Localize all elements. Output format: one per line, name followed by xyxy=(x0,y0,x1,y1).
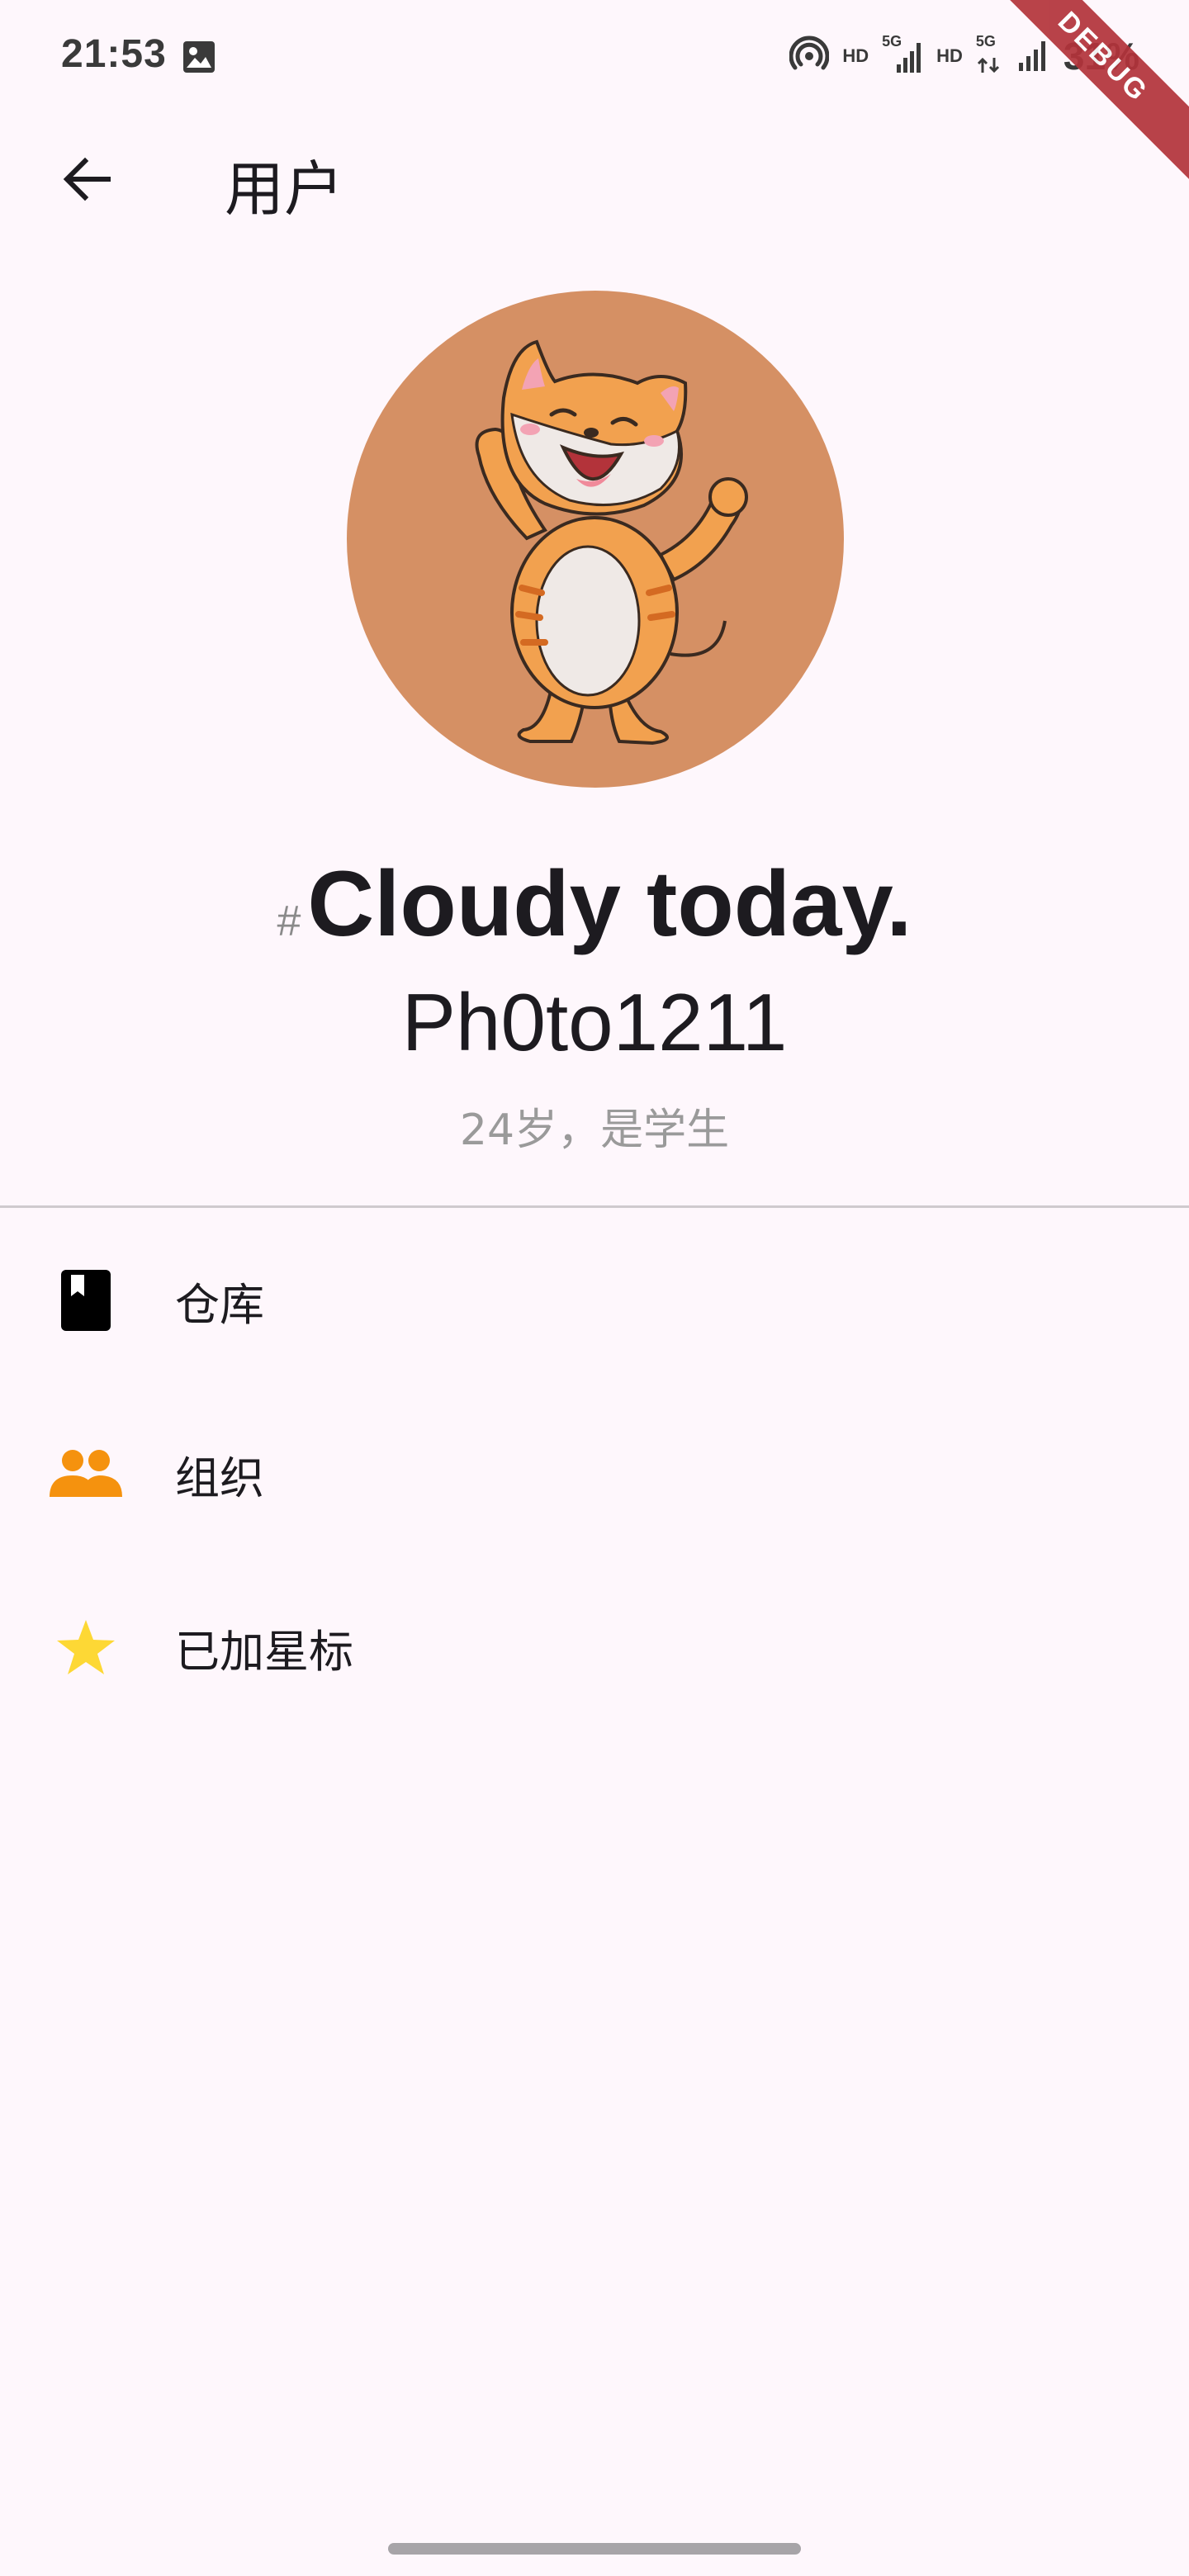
app-bar: 用户 xyxy=(0,116,1189,239)
username: Ph0to1211 xyxy=(401,977,788,1068)
cat-illustration xyxy=(475,339,748,746)
divider xyxy=(0,1205,1189,1208)
status-bar: 21:53 HD 5G HD 5G xyxy=(0,0,1189,116)
user-bio: 24岁，是学生 xyxy=(459,1106,730,1155)
back-button[interactable] xyxy=(41,135,132,226)
people-icon xyxy=(46,1434,126,1513)
gesture-nav-handle[interactable] xyxy=(388,2543,801,2555)
hd-label: HD xyxy=(936,45,963,66)
menu-item-repositories[interactable]: 仓库 xyxy=(0,1214,1189,1387)
avatar[interactable] xyxy=(347,291,844,788)
signal-bars-icon xyxy=(1017,35,1050,78)
arrow-back-icon xyxy=(60,153,113,209)
profile-heading: #Cloudy today. xyxy=(0,850,1189,957)
hd-label: HD xyxy=(842,45,869,66)
book-icon xyxy=(46,1261,126,1340)
status-time: 21:53 xyxy=(61,32,167,76)
signal-icon: 5G xyxy=(882,33,923,76)
profile-motto: Cloudy today. xyxy=(307,852,912,955)
signal-icon: 5G xyxy=(976,33,1004,76)
image-icon xyxy=(182,40,216,74)
menu-item-label: 组织 xyxy=(175,1451,264,1504)
menu-item-organizations[interactable]: 组织 xyxy=(0,1387,1189,1560)
page-title: 用户 xyxy=(225,154,344,224)
menu-item-starred[interactable]: 已加星标 xyxy=(0,1560,1189,1734)
hash-symbol: # xyxy=(277,897,301,945)
star-icon xyxy=(46,1608,126,1687)
hotspot-icon xyxy=(789,35,830,78)
menu-item-label: 已加星标 xyxy=(175,1625,353,1678)
menu-item-label: 仓库 xyxy=(175,1278,264,1331)
